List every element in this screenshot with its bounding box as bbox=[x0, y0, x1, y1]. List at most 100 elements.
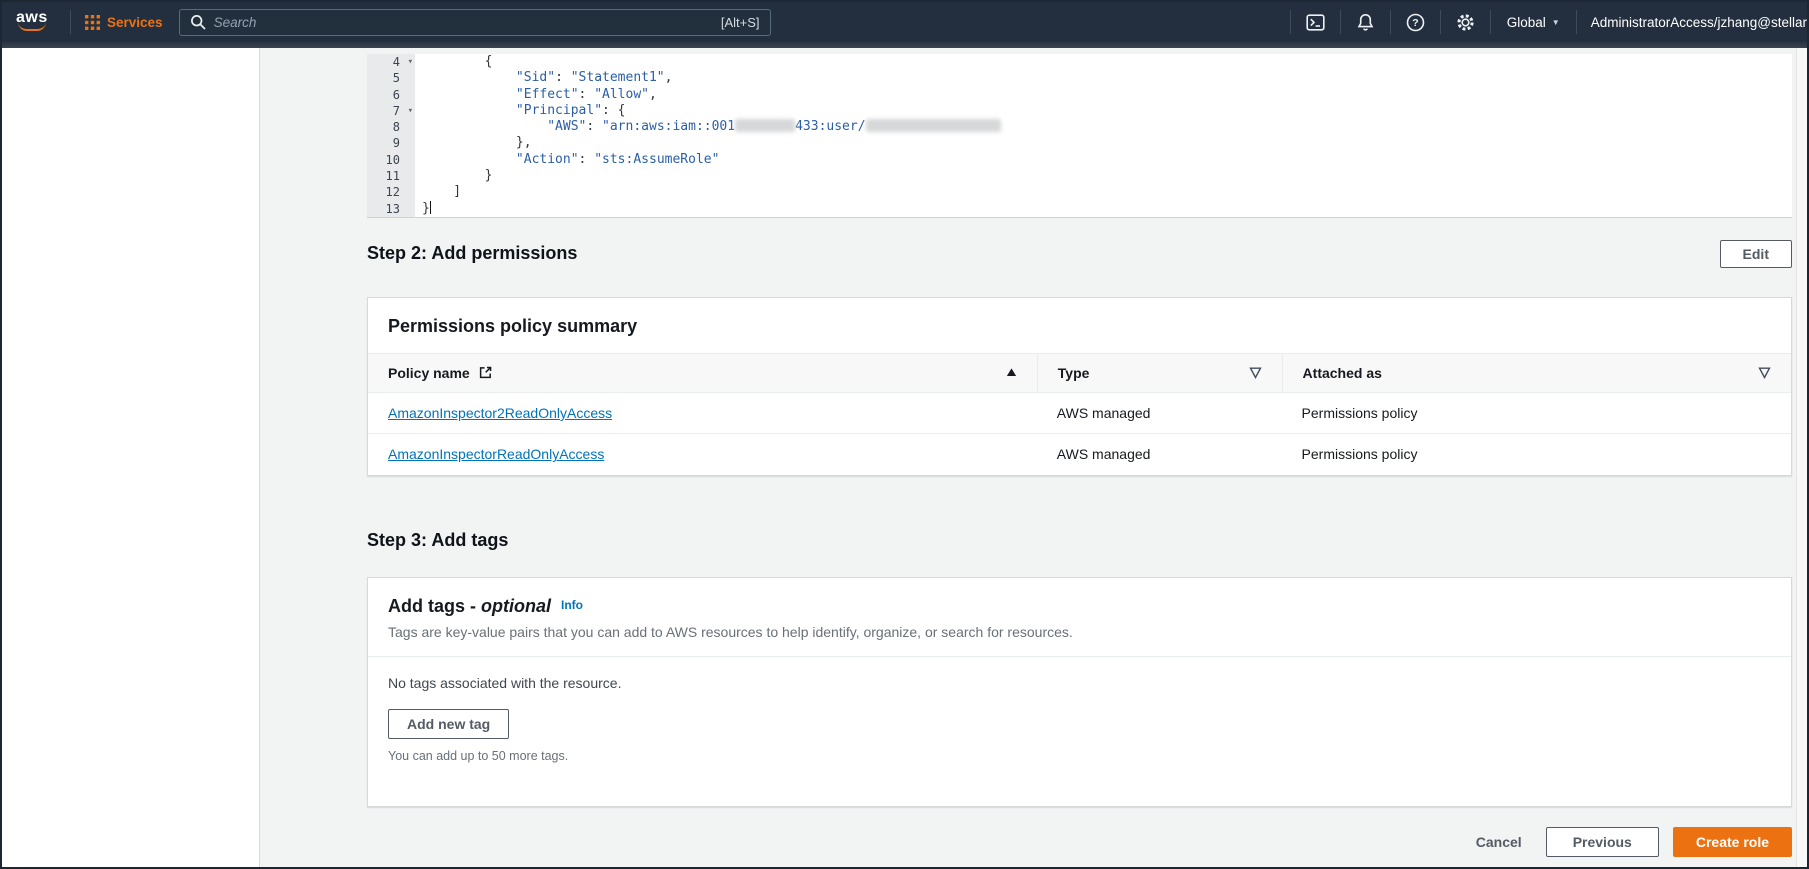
wizard-footer-actions: Cancel Previous Create role bbox=[367, 826, 1792, 857]
info-link[interactable]: Info bbox=[561, 598, 583, 612]
attached-as-cell: Permissions policy bbox=[1301, 404, 1418, 421]
code-line: 9 }, bbox=[367, 135, 1792, 152]
filter-icon[interactable] bbox=[1758, 366, 1771, 380]
code-text: "AWS": "arn:aws:iam::001 433:user/ bbox=[415, 119, 1001, 135]
add-tags-title-optional: optional bbox=[481, 595, 551, 616]
settings-gear-icon bbox=[1456, 13, 1475, 32]
code-punct-token bbox=[422, 152, 516, 167]
page-scrollbar[interactable] bbox=[1796, 48, 1807, 867]
line-number-text: 13 bbox=[385, 201, 400, 216]
policy-name-header-label: Policy name bbox=[388, 364, 470, 381]
code-punct-token: : { bbox=[602, 102, 626, 118]
aws-logo[interactable]: aws bbox=[16, 9, 56, 35]
table-header-row: Policy name Type Attached as bbox=[368, 352, 1791, 393]
code-line: 5 "Sid": "Statement1", bbox=[367, 70, 1792, 87]
line-number: 8 bbox=[367, 119, 415, 136]
column-header-type[interactable]: Type bbox=[1036, 353, 1282, 392]
code-string-token: 433:user/ bbox=[795, 119, 866, 135]
code-text: }, bbox=[415, 135, 532, 151]
nav-right-group: ? Global ▼ AdministratorAccess/jzhang@st… bbox=[1289, 2, 1807, 42]
services-menu-button[interactable]: Services bbox=[85, 14, 163, 30]
table-body: AmazonInspector2ReadOnlyAccess AWS manage… bbox=[368, 392, 1791, 475]
fold-caret-icon[interactable]: ▾ bbox=[408, 103, 413, 119]
region-label: Global bbox=[1506, 14, 1546, 30]
code-string-token: "Statement1" bbox=[570, 70, 665, 86]
line-number: 5 bbox=[367, 70, 415, 87]
edit-permissions-button[interactable]: Edit bbox=[1719, 239, 1792, 268]
nav-left-group: aws Services Search [Alt+S] bbox=[16, 2, 771, 42]
caret-down-icon: ▼ bbox=[1551, 17, 1560, 27]
code-punct-token bbox=[422, 103, 516, 118]
code-punct-token: : bbox=[586, 119, 603, 135]
cloudshell-button[interactable] bbox=[1291, 2, 1340, 42]
trust-policy-code-editor[interactable]: 4 ▾ {5 "Sid": "Statement1", 6 "Effect": "A… bbox=[367, 54, 1792, 218]
sort-ascending-icon[interactable] bbox=[1006, 367, 1017, 378]
line-number-text: 4 bbox=[392, 55, 400, 69]
table-row: AmazonInspectorReadOnlyAccess AWS managed… bbox=[368, 433, 1791, 475]
code-punct-token: ] bbox=[422, 184, 462, 200]
code-punct-token: : bbox=[578, 86, 595, 102]
add-new-tag-button[interactable]: Add new tag bbox=[388, 708, 510, 739]
line-number: 9 bbox=[367, 135, 415, 152]
policy-name-cell: AmazonInspector2ReadOnlyAccess bbox=[368, 393, 1037, 433]
filter-icon[interactable] bbox=[1248, 366, 1262, 380]
line-number-text: 9 bbox=[392, 136, 400, 151]
code-text: "Effect": "Allow", bbox=[415, 87, 657, 103]
nav-divider bbox=[70, 10, 71, 34]
code-line: 7 ▾ "Principal": { bbox=[367, 102, 1792, 120]
type-header-label: Type bbox=[1057, 364, 1090, 381]
policy-name-link[interactable]: AmazonInspectorReadOnlyAccess bbox=[388, 446, 604, 462]
line-number-text: 10 bbox=[385, 152, 400, 167]
cancel-button[interactable]: Cancel bbox=[1466, 829, 1532, 855]
code-text: } bbox=[415, 168, 493, 184]
line-number: 4 ▾ bbox=[367, 54, 415, 71]
fold-caret-icon[interactable]: ▾ bbox=[408, 54, 413, 70]
line-number: 7 ▾ bbox=[367, 102, 415, 120]
code-punct-token: : bbox=[555, 70, 571, 86]
cloudshell-terminal-icon bbox=[1306, 13, 1325, 32]
side-navigation-panel bbox=[2, 48, 260, 867]
add-tags-description: Tags are key-value pairs that you can ad… bbox=[388, 623, 1073, 640]
code-text: "Sid": "Statement1", bbox=[415, 70, 673, 86]
notifications-button[interactable] bbox=[1341, 2, 1390, 42]
line-number-text: 12 bbox=[385, 185, 400, 200]
settings-button[interactable] bbox=[1441, 2, 1490, 42]
code-text: { bbox=[415, 54, 493, 70]
tag-limit-message: You can add up to 50 more tags. bbox=[388, 748, 569, 763]
line-number-text: 8 bbox=[392, 120, 400, 135]
code-text: ] bbox=[415, 184, 461, 200]
search-icon bbox=[190, 14, 206, 30]
main-content-area: 4 ▾ {5 "Sid": "Statement1", 6 "Effect": "A… bbox=[260, 48, 1807, 867]
attached-as-header-label: Attached as bbox=[1302, 364, 1382, 381]
permissions-card-title: Permissions policy summary bbox=[388, 315, 638, 336]
region-selector[interactable]: Global ▼ bbox=[1491, 2, 1576, 42]
code-string-token: "Allow" bbox=[594, 86, 649, 102]
code-line: 6 "Effect": "Allow", bbox=[367, 86, 1792, 103]
code-punct-token: , bbox=[664, 70, 673, 86]
create-role-button[interactable]: Create role bbox=[1672, 826, 1792, 857]
column-header-policy-name[interactable]: Policy name bbox=[368, 354, 1037, 392]
help-button[interactable]: ? bbox=[1391, 2, 1440, 42]
global-search-input[interactable]: Search [Alt+S] bbox=[178, 8, 771, 36]
line-number-text: 11 bbox=[385, 169, 400, 184]
policy-type-cell: AWS managed bbox=[1056, 404, 1151, 421]
browser-window: aws Services Search [Alt+S] ? Global ▼ A… bbox=[0, 0, 1809, 869]
redacted-blur bbox=[865, 119, 1001, 133]
code-punct-token: { bbox=[422, 54, 493, 69]
top-navigation-bar: aws Services Search [Alt+S] ? Global ▼ A… bbox=[2, 2, 1807, 42]
search-shortcut-hint: [Alt+S] bbox=[720, 14, 760, 30]
code-string-token: "Sid" bbox=[515, 70, 556, 86]
previous-button[interactable]: Previous bbox=[1545, 826, 1659, 857]
line-number: 13 bbox=[367, 200, 415, 217]
policy-name-link[interactable]: AmazonInspector2ReadOnlyAccess bbox=[388, 405, 612, 421]
code-text: "Principal": { bbox=[415, 103, 626, 119]
line-number-text: 7 bbox=[392, 103, 400, 118]
code-punct-token: }, bbox=[422, 135, 532, 151]
no-tags-message: No tags associated with the resource. bbox=[388, 674, 622, 691]
search-placeholder: Search bbox=[213, 14, 257, 30]
account-menu[interactable]: AdministratorAccess/jzhang@stellar bbox=[1577, 15, 1807, 30]
column-header-attached-as[interactable]: Attached as bbox=[1281, 353, 1791, 392]
code-string-token: "arn:aws:iam::001 bbox=[602, 119, 736, 135]
code-line: 12 ] bbox=[367, 184, 1792, 201]
code-text: "Action": "sts:AssumeRole" bbox=[415, 152, 720, 168]
